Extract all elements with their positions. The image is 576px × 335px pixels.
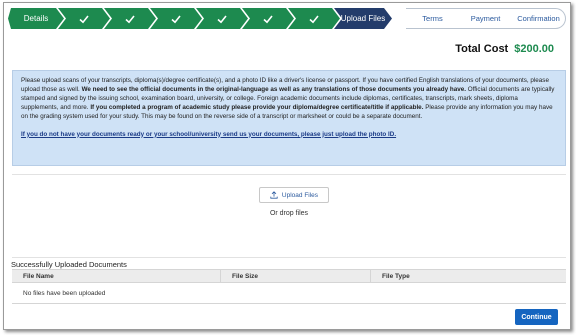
step-upload-files-label: Upload Files (340, 14, 386, 23)
upload-icon (270, 191, 278, 199)
instructions-bold-2: If you completed a program of academic s… (90, 103, 424, 111)
progress-stepper: Details Upload Files Terms Payment Confi… (8, 8, 566, 29)
step-details[interactable]: Details (8, 8, 64, 29)
step-completed[interactable] (150, 8, 202, 29)
step-completed[interactable] (58, 8, 110, 29)
column-header-file-name[interactable]: File Name (12, 270, 221, 282)
check-icon (216, 13, 228, 25)
step-completed[interactable] (288, 8, 340, 29)
step-terms[interactable]: Terms (406, 14, 459, 23)
upload-files-label: Upload Files (281, 191, 319, 199)
check-icon (78, 13, 90, 25)
upcoming-steps: Terms Payment Confirmation (406, 8, 566, 29)
check-icon (124, 13, 136, 25)
continue-button[interactable]: Continue (515, 309, 558, 325)
file-drop-zone[interactable]: Upload Files Or drop files (12, 174, 566, 258)
drop-files-text: Or drop files (269, 210, 309, 217)
step-completed[interactable] (104, 8, 156, 29)
step-completed[interactable] (242, 8, 294, 29)
table-header: File Name File Size File Type (12, 269, 566, 283)
check-icon (308, 13, 320, 25)
check-icon (262, 13, 274, 25)
step-completed[interactable] (196, 8, 248, 29)
column-header-file-type[interactable]: File Type (371, 270, 566, 282)
check-icon (170, 13, 182, 25)
app-window: Details Upload Files Terms Payment Confi… (3, 2, 571, 330)
step-payment[interactable]: Payment (459, 14, 512, 23)
column-header-file-size[interactable]: File Size (221, 270, 371, 282)
step-details-label: Details (23, 14, 49, 23)
total-cost: Total Cost $200.00 (455, 43, 554, 55)
step-confirmation[interactable]: Confirmation (512, 14, 565, 23)
uploaded-documents-table: File Name File Size File Type No files h… (12, 269, 566, 304)
upload-instructions: Please upload scans of your transcripts,… (12, 70, 566, 166)
total-cost-label: Total Cost (455, 43, 509, 55)
step-upload-files[interactable]: Upload Files (334, 8, 392, 29)
instructions-bold-1: We need to see the official documents in… (81, 85, 466, 93)
upload-files-button[interactable]: Upload Files (259, 187, 329, 203)
uploaded-documents-title: Successfully Uploaded Documents (11, 260, 127, 269)
photo-id-only-link[interactable]: If you do not have your documents ready … (21, 131, 557, 140)
total-cost-amount: $200.00 (514, 43, 554, 55)
empty-table-message: No files have been uploaded (12, 283, 566, 304)
